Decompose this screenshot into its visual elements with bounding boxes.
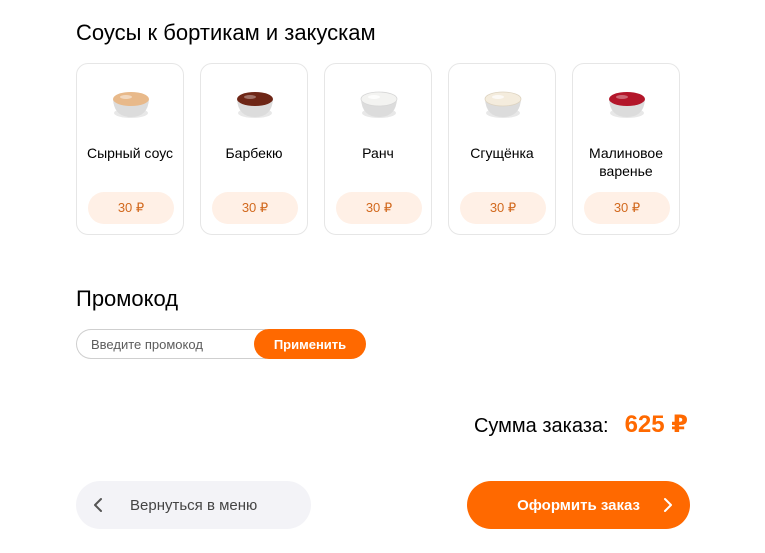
sauce-cards: Сырный соус 30 ₽ Барбекю 30 ₽ Ранч 30 ₽ … bbox=[76, 63, 680, 235]
sauce-card-bbq[interactable]: Барбекю 30 ₽ bbox=[200, 63, 308, 235]
chevron-right-icon bbox=[664, 498, 672, 512]
promo-code-input[interactable] bbox=[76, 329, 266, 359]
sauce-card-condensed-milk[interactable]: Сгущёнка 30 ₽ bbox=[448, 63, 556, 235]
sauce-name: Малиновое варенье bbox=[589, 145, 663, 179]
bbq-sauce-bowl-icon bbox=[237, 92, 273, 118]
add-sauce-price-button[interactable]: 30 ₽ bbox=[460, 192, 546, 224]
condensed-milk-bowl-icon bbox=[484, 91, 522, 118]
sauce-card-cheese[interactable]: Сырный соус 30 ₽ bbox=[76, 63, 184, 235]
order-total: Сумма заказа: 625 ₽ bbox=[474, 410, 688, 439]
sauces-section-title: Соусы к бортикам и закускам bbox=[76, 20, 376, 45]
sauce-name: Сгущёнка bbox=[470, 145, 534, 161]
ranch-sauce-bowl-icon bbox=[360, 91, 398, 118]
back-to-menu-label: Вернуться в меню bbox=[130, 496, 258, 514]
cheese-sauce-bowl-icon bbox=[113, 92, 149, 118]
raspberry-jam-bowl-icon bbox=[609, 92, 645, 118]
back-to-menu-button[interactable]: Вернуться в меню bbox=[76, 481, 311, 529]
chevron-left-icon bbox=[94, 498, 102, 512]
sauce-card-raspberry-jam[interactable]: Малиновое варенье 30 ₽ bbox=[572, 63, 680, 235]
promo-section-title: Промокод bbox=[76, 286, 179, 311]
sauce-name: Барбекю bbox=[225, 145, 283, 161]
promo-form: Применить bbox=[76, 329, 366, 359]
place-order-button[interactable]: Оформить заказ bbox=[467, 481, 690, 529]
add-sauce-price-button[interactable]: 30 ₽ bbox=[584, 192, 670, 224]
add-sauce-price-button[interactable]: 30 ₽ bbox=[88, 192, 174, 224]
sauce-card-ranch[interactable]: Ранч 30 ₽ bbox=[324, 63, 432, 235]
sauce-name: Сырный соус bbox=[86, 145, 174, 161]
add-sauce-price-button[interactable]: 30 ₽ bbox=[336, 192, 422, 224]
add-sauce-price-button[interactable]: 30 ₽ bbox=[212, 192, 298, 224]
apply-promo-button[interactable]: Применить bbox=[254, 329, 366, 359]
order-total-label: Сумма заказа: bbox=[473, 415, 609, 437]
order-total-value: 625 ₽ bbox=[624, 411, 688, 438]
place-order-label: Оформить заказ bbox=[517, 496, 640, 514]
sauce-name: Ранч bbox=[362, 145, 394, 161]
